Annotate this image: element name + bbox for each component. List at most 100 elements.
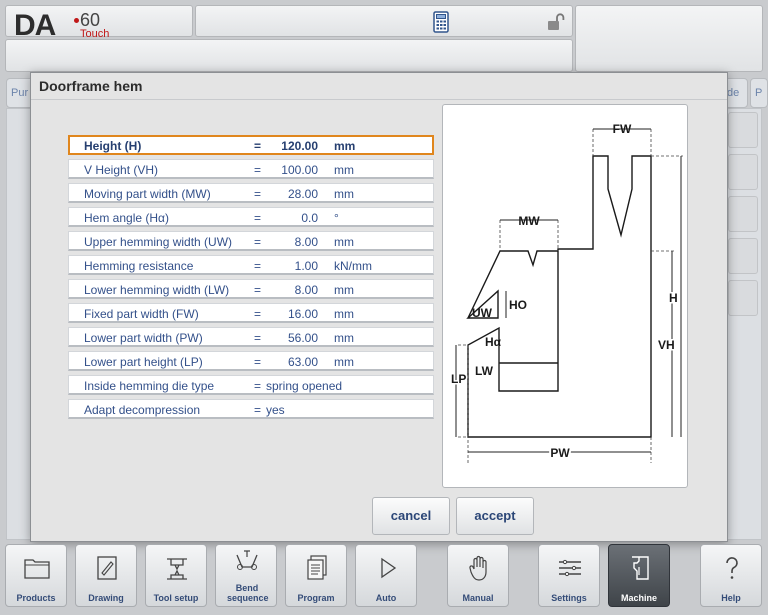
- toolbar-help-label: Help: [721, 593, 741, 603]
- toolbar-settings-label: Settings: [551, 593, 587, 603]
- calculator-icon[interactable]: [433, 11, 449, 36]
- header-center-panel: [195, 5, 573, 37]
- parameter-unit: kN/mm: [334, 259, 372, 273]
- toolbar-settings-button[interactable]: Settings: [538, 544, 600, 607]
- parameter-value[interactable]: 120.00: [281, 139, 318, 153]
- label-fw: FW: [613, 122, 632, 136]
- die-profile: [467, 155, 652, 438]
- parameter-value[interactable]: 8.00: [295, 235, 318, 249]
- parameter-row[interactable]: Hemming resistance = 1.00 kN/mm: [68, 255, 434, 275]
- background-side-button-5: [728, 280, 758, 316]
- label-ho: HO: [509, 298, 527, 312]
- toolbar-tool-setup-button[interactable]: Tool setup: [145, 544, 207, 607]
- toolbar-program-label: Program: [297, 593, 335, 603]
- accept-button[interactable]: accept: [456, 497, 534, 535]
- label-lp: LP: [451, 372, 466, 386]
- parameter-label: Fixed part width (FW): [84, 307, 199, 321]
- unlock-icon[interactable]: [546, 12, 566, 35]
- background-tab-right-a-label: de: [727, 87, 740, 99]
- parameter-unit: mm: [334, 307, 354, 321]
- toolbar-products-button[interactable]: Products: [5, 544, 67, 607]
- parameter-row[interactable]: Fixed part width (FW) = 16.00 mm: [68, 303, 434, 323]
- toolbar-bend-sequence-button[interactable]: Bend sequence: [215, 544, 277, 607]
- parameter-equals: =: [254, 163, 262, 177]
- parameter-label: Lower hemming width (LW): [84, 283, 230, 297]
- toolbar-machine-label: Machine: [620, 593, 657, 603]
- parameter-label: Upper hemming width (UW): [84, 235, 233, 249]
- parameter-row[interactable]: Height (H) = 120.00 mm: [68, 135, 434, 155]
- parameter-row[interactable]: Inside hemming die type = spring opened: [68, 375, 434, 395]
- toolbar-drawing-button[interactable]: Drawing: [75, 544, 137, 607]
- toolbar-program-button[interactable]: Program: [285, 544, 347, 607]
- background-side-button-2: [728, 154, 758, 190]
- toolbar-auto-label: Auto: [375, 593, 397, 603]
- parameter-row[interactable]: Lower part height (LP) = 63.00 mm: [68, 351, 434, 371]
- background-side-button-1: [728, 112, 758, 148]
- parameter-row[interactable]: Moving part width (MW) = 28.00 mm: [68, 183, 434, 203]
- parameter-label: Adapt decompression: [84, 403, 201, 417]
- parameter-equals: =: [254, 379, 262, 393]
- parameter-row[interactable]: Lower part width (PW) = 56.00 mm: [68, 327, 434, 347]
- background-tab-right-b: P: [750, 78, 768, 108]
- parameter-value[interactable]: 0.0: [301, 211, 318, 225]
- label-uw: UW: [472, 306, 493, 320]
- parameter-equals: =: [254, 211, 262, 225]
- parameter-row[interactable]: Upper hemming width (UW) = 8.00 mm: [68, 231, 434, 251]
- parameter-equals: =: [254, 403, 262, 417]
- toolbar-machine-button[interactable]: Machine: [608, 544, 670, 607]
- parameter-label: Lower part height (LP): [84, 355, 203, 369]
- cancel-button[interactable]: cancel: [372, 497, 450, 535]
- parameter-unit: mm: [334, 355, 354, 369]
- dialog-title: Doorframe hem: [39, 78, 143, 94]
- parameter-unit: mm: [334, 331, 354, 345]
- parameter-equals: =: [254, 235, 262, 249]
- toolbar-products-label: Products: [16, 593, 56, 603]
- parameter-equals: =: [254, 139, 262, 153]
- doorframe-hem-dialog: Doorframe hem Height (H) = 120.00 mm V Heigh…: [30, 72, 728, 542]
- parameter-row[interactable]: Hem angle (Hα) = 0.0 °: [68, 207, 434, 227]
- parameter-value[interactable]: 8.00: [295, 283, 318, 297]
- parameter-unit: °: [334, 211, 339, 225]
- toolbar-help-button[interactable]: Help: [700, 544, 762, 607]
- parameter-value[interactable]: 63.00: [288, 355, 318, 369]
- parameter-unit: mm: [334, 163, 354, 177]
- parameter-label: Hem angle (Hα): [84, 211, 169, 225]
- parameter-equals: =: [254, 187, 262, 201]
- parameter-row[interactable]: Adapt decompression = yes: [68, 399, 434, 419]
- label-vh: VH: [658, 338, 675, 352]
- toolbar-auto-button[interactable]: Auto: [355, 544, 417, 607]
- label-pw: PW: [550, 446, 570, 460]
- toolbar-manual-button[interactable]: Manual: [447, 544, 509, 607]
- parameter-label: Height (H): [84, 139, 142, 153]
- parameter-equals: =: [254, 331, 262, 345]
- parameter-value[interactable]: 28.00: [288, 187, 318, 201]
- parameter-label: Hemming resistance: [84, 259, 194, 273]
- label-lw: LW: [475, 364, 494, 378]
- parameter-unit: mm: [334, 235, 354, 249]
- toolbar-drawing-label: Drawing: [88, 593, 124, 603]
- background-tab-right-b-label: P: [755, 87, 763, 99]
- parameter-value[interactable]: 100.00: [281, 163, 318, 177]
- parameter-value[interactable]: 56.00: [288, 331, 318, 345]
- background-tab-left-label: Pur: [11, 87, 29, 99]
- parameter-row[interactable]: V Height (VH) = 100.00 mm: [68, 159, 434, 179]
- doorframe-hem-diagram: FW MW HO UW Hα LW LP PW H VH: [442, 104, 688, 488]
- parameter-equals: =: [254, 259, 262, 273]
- parameter-label: V Height (VH): [84, 163, 159, 177]
- label-ha: Hα: [485, 335, 502, 349]
- parameter-value[interactable]: 1.00: [295, 259, 318, 273]
- toolbar-manual-label: Manual: [462, 593, 494, 603]
- parameter-row[interactable]: Lower hemming width (LW) = 8.00 mm: [68, 279, 434, 299]
- parameter-value[interactable]: 16.00: [288, 307, 318, 321]
- background-side-button-4: [728, 238, 758, 274]
- logo-da: DA: [14, 9, 56, 42]
- label-h: H: [669, 291, 678, 305]
- logo-number: 60: [73, 10, 101, 30]
- parameter-label: Lower part width (PW): [84, 331, 203, 345]
- label-mw: MW: [518, 214, 540, 228]
- parameter-equals: =: [254, 355, 262, 369]
- parameter-unit: mm: [334, 283, 354, 297]
- parameter-value[interactable]: spring opened: [266, 379, 342, 393]
- parameter-label: Inside hemming die type: [84, 379, 215, 393]
- parameter-value[interactable]: yes: [266, 403, 285, 417]
